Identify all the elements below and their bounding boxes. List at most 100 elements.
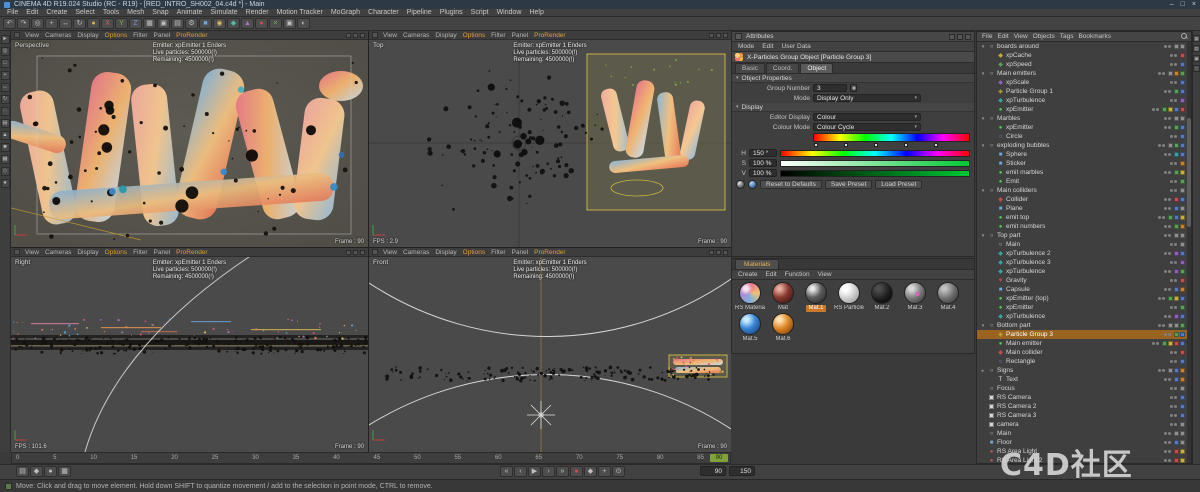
viewport-menu-item[interactable]: Cameras [403,31,429,40]
scrollbar[interactable] [1187,42,1191,463]
object-name[interactable]: xpTurbulence [1006,267,1162,276]
viewport-window-buttons[interactable] [346,33,365,38]
viewport-menu-item[interactable]: View [383,31,397,40]
expander-icon[interactable]: ▾ [980,143,986,149]
menu-item[interactable]: Motion Tracker [273,9,327,17]
tag-icons[interactable] [1174,449,1185,454]
toolbar-icon[interactable]: + [45,18,58,29]
tag-icons[interactable] [1180,422,1185,427]
object-name[interactable]: xpTurbulence 2 [1006,249,1162,258]
materials-menu-item[interactable]: Create [735,271,761,278]
visibility-dots[interactable] [1164,315,1171,318]
visibility-dots[interactable] [1164,378,1171,381]
expander-icon[interactable]: ▾ [980,233,986,239]
object-row[interactable]: ▸○Signs [977,366,1187,375]
search-icon[interactable] [1181,33,1188,40]
material-item[interactable]: Mat.5 [735,313,765,343]
tag-icons[interactable] [1180,242,1185,247]
object-name[interactable]: Main colliders [997,186,1168,195]
visibility-dots[interactable] [1152,108,1159,111]
expander-icon[interactable]: ▾ [980,188,986,194]
menu-item[interactable]: Simulate [206,9,241,17]
left-toolbar-icon[interactable]: ● [1,179,10,188]
viewport-menu-item[interactable]: Panel [154,248,171,257]
attribute-tab[interactable]: Object [800,63,833,73]
visibility-dots[interactable] [1164,288,1171,291]
viewport-menu-item[interactable]: ProRender [176,31,207,40]
materials-menu-item[interactable]: Function [782,271,813,278]
toolbar-icon[interactable]: ● [255,18,268,29]
expander-icon[interactable]: ▾ [980,323,986,329]
tag-icons[interactable] [1174,125,1185,130]
toolbar-icon[interactable]: ▣ [283,18,296,29]
object-name[interactable]: Plane [1006,204,1162,213]
object-row[interactable]: ▾○Main emitters [977,69,1187,78]
tag-icons[interactable] [1168,71,1185,76]
object-name[interactable]: Main collider [1006,348,1168,357]
tag-icons[interactable] [1180,359,1185,364]
tag-icons[interactable] [1174,233,1185,238]
tag-icons[interactable] [1174,287,1185,292]
visibility-dots[interactable] [1164,441,1171,444]
viewport-menu-item[interactable]: Panel [154,31,171,40]
transport-button[interactable]: ▶ [528,466,541,477]
menu-item[interactable]: Help [525,9,547,17]
object-name[interactable]: xpEmitter (top) [1006,294,1156,303]
object-name[interactable]: emit top [1006,213,1156,222]
object-name[interactable]: boards around [997,42,1162,51]
expander-icon[interactable]: ▸ [980,368,986,374]
object-name[interactable]: camera [997,420,1168,429]
menu-item[interactable]: Animate [173,9,207,17]
menu-item[interactable]: Script [467,9,493,17]
object-row[interactable]: ▾○Main colliders [977,186,1187,195]
visibility-dots[interactable] [1164,207,1171,210]
material-thumbnail[interactable] [871,282,893,304]
viewport-menu-item[interactable]: ProRender [534,31,565,40]
visibility-dots[interactable] [1170,387,1177,390]
viewport-menu-item[interactable]: Cameras [403,248,429,257]
visibility-dots[interactable] [1170,414,1177,417]
tag-icons[interactable] [1180,53,1185,58]
tag-icons[interactable] [1174,314,1185,319]
preview-sphere-blue-icon[interactable] [748,180,757,189]
saturation-input[interactable]: 100 % [749,159,777,167]
menu-item[interactable]: Snap [148,9,172,17]
tag-icons[interactable] [1174,152,1185,157]
tag-icons[interactable] [1180,80,1185,85]
viewport-menu-item[interactable]: Panel [512,31,529,40]
object-row[interactable]: TText [977,375,1187,384]
object-row[interactable]: ●xpEmitter [977,303,1187,312]
object-row[interactable]: ●emit top [977,213,1187,222]
object-row[interactable]: ◆xpTurbulence [977,267,1187,276]
viewport-front[interactable]: ViewCamerasDisplayOptionsFilterPanelProR… [369,248,731,452]
load-preset-button[interactable]: Load Preset [875,180,922,189]
window-buttons[interactable]: – □ × [1170,0,1196,9]
object-row[interactable]: ▾○Bottom part [977,321,1187,330]
viewport-menu-item[interactable]: Panel [512,248,529,257]
menu-item[interactable]: Render [242,9,273,17]
tag-icons[interactable] [1162,107,1185,112]
tag-icons[interactable] [1174,44,1185,49]
object-name[interactable]: xpSpeed [1006,60,1168,69]
visibility-dots[interactable] [1158,297,1165,300]
visibility-dots[interactable] [1158,324,1165,327]
menu-item[interactable]: Window [493,9,526,17]
object-name[interactable]: Particle Group 1 [1006,87,1162,96]
transport-button[interactable]: › [542,466,555,477]
viewport-menu-item[interactable]: Display [77,31,98,40]
viewport-menu-item[interactable]: Options [463,248,485,257]
viewport-menu-item[interactable]: View [25,248,39,257]
viewport-right[interactable]: ViewCamerasDisplayOptionsFilterPanelProR… [11,248,368,452]
object-name[interactable]: Sphere [1006,150,1162,159]
tag-icons[interactable] [1162,341,1185,346]
viewport-grip-icon[interactable] [14,32,20,38]
tag-icons[interactable] [1180,404,1185,409]
tag-icons[interactable] [1174,377,1185,382]
object-name[interactable]: Text [1006,375,1162,384]
object-name[interactable]: Emit [1006,177,1168,186]
object-name[interactable]: xpTurbulence 3 [1006,258,1168,267]
viewport-menu-item[interactable]: Options [463,31,485,40]
viewport-menu-item[interactable]: Filter [133,31,147,40]
left-toolbar-icon[interactable]: □ [1,59,10,68]
visibility-dots[interactable] [1170,396,1177,399]
